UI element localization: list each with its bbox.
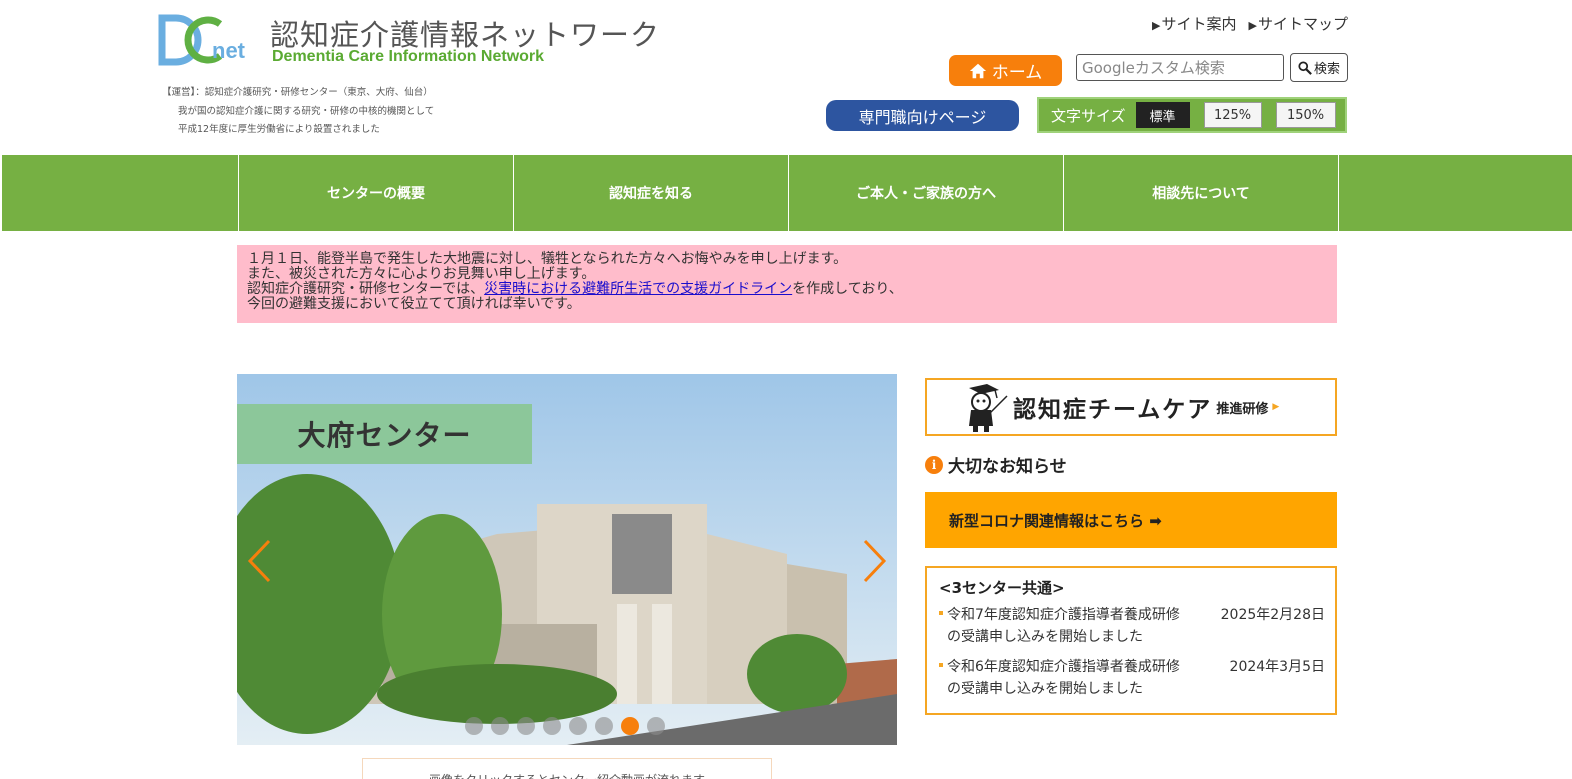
home-label: ホーム	[991, 63, 1043, 83]
font-size-150-button[interactable]: 150%	[1275, 102, 1336, 128]
info-icon: i	[925, 455, 943, 474]
professional-page-button[interactable]: 専門職向けページ	[826, 100, 1019, 131]
slider-dot[interactable]	[595, 717, 613, 735]
home-button[interactable]: ホーム	[949, 55, 1062, 86]
about-line: 我が国の認知症介護に関する研究・研修の中核的機関として	[178, 105, 435, 117]
nav-item-center-overview[interactable]: センターの概要	[239, 155, 514, 231]
slider-dot[interactable]	[543, 717, 561, 735]
slider-dot[interactable]	[465, 717, 483, 735]
nav-item-patients-families[interactable]: ご本人・ご家族の方へ	[789, 155, 1064, 231]
about-line: 【運営】：認知症介護研究・研修センター（東京、大府、仙台）	[162, 87, 433, 98]
important-notices-heading: i 大切なお知らせ	[925, 452, 1067, 477]
news-item[interactable]: 令和7年度認知症介護指導者養成研修の受講申し込みを開始しました 2025年2月2…	[939, 604, 1325, 648]
corona-info-button[interactable]: 新型コロナ関連情報はこちら ➡	[925, 492, 1337, 548]
teamcare-suffix: 推進研修	[1216, 401, 1269, 417]
svg-text:net: net	[212, 38, 246, 63]
center-slider[interactable]: 大府センター	[237, 374, 897, 745]
nav-item-consultation[interactable]: 相談先について	[1064, 155, 1339, 231]
font-size-panel: 文字サイズ 標準 125% 150%	[1037, 97, 1347, 133]
site-map-link[interactable]: ▶サイトマップ	[1249, 13, 1348, 34]
bullet-square-icon	[939, 611, 943, 615]
news-title: 令和7年度認知症介護指導者養成研修の受講申し込みを開始しました	[947, 607, 1180, 645]
magnifier-icon	[1298, 60, 1312, 75]
news-date: 2024年3月5日	[1229, 659, 1325, 675]
news-item[interactable]: 令和6年度認知症介護指導者養成研修の受講申し込みを開始しました 2024年3月5…	[939, 656, 1325, 700]
slider-dot[interactable]	[491, 717, 509, 735]
site-header: net 認知症介護情報ネットワーク Dementia Care Informat…	[0, 0, 1572, 155]
house-icon	[969, 63, 986, 78]
triangle-right-icon: ▶	[1248, 19, 1257, 32]
slider-dot[interactable]	[569, 717, 587, 735]
font-size-label: 文字サイズ	[1051, 106, 1126, 125]
slider-dot[interactable]	[647, 717, 665, 735]
disaster-notice: １月１日、能登半島で発生した大地震に対し、犠牲となられた方々へお悔やみを申し上げ…	[237, 245, 1337, 323]
news-date: 2025年2月28日	[1220, 607, 1325, 623]
chevron-right-icon[interactable]	[863, 539, 887, 583]
triangle-right-icon: ▶	[1272, 402, 1280, 412]
top-links: ▶サイト案内 ▶サイトマップ	[1152, 13, 1348, 34]
nav-item-about-dementia[interactable]: 認知症を知る	[514, 155, 789, 231]
news-box: <3センター共通> 令和7年度認知症介護指導者養成研修の受講申し込みを開始しまし…	[925, 566, 1337, 715]
about-line: 平成12年度に厚生労働省により設置されました	[178, 124, 380, 135]
bullet-square-icon	[939, 663, 943, 667]
slider-dots	[465, 717, 665, 735]
important-heading-text: 大切なお知らせ	[948, 457, 1067, 477]
news-heading: <3センター共通>	[939, 579, 1065, 597]
site-guide-link[interactable]: ▶サイト案内	[1152, 13, 1236, 34]
notice-line: 今回の避難支援において役立てて頂ければ幸いです。	[247, 296, 581, 312]
font-size-125-button[interactable]: 125%	[1203, 102, 1262, 128]
triangle-right-icon: ▶	[1152, 19, 1161, 32]
dcnet-logo[interactable]: net	[158, 14, 254, 66]
notice-line: 認知症介護研究・研修センターでは、災害時における避難所生活での支援ガイドラインを…	[247, 281, 903, 297]
chevron-left-icon[interactable]	[247, 539, 271, 583]
teamcare-training-banner[interactable]: 認知症チームケア 推進研修 ▶	[925, 378, 1337, 436]
slider-dot[interactable]	[621, 717, 639, 735]
about-text: 【運営】：認知症介護研究・研修センター（東京、大府、仙台） 我が国の認知症介護に…	[162, 84, 434, 140]
search-button[interactable]: 検索	[1290, 53, 1348, 82]
slider-dot[interactable]	[517, 717, 535, 735]
search-input[interactable]	[1076, 54, 1284, 81]
news-title: 令和6年度認知症介護指導者養成研修の受講申し込みを開始しました	[947, 659, 1180, 697]
teamcare-title: 認知症チームケア	[1013, 397, 1213, 423]
notice-line: １月１日、能登半島で発生した大地震に対し、犠牲となられた方々へお悔やみを申し上げ…	[247, 251, 848, 267]
font-size-standard-button[interactable]: 標準	[1135, 102, 1190, 128]
video-caption: 画像をクリックするとセンター紹介動画が流れます	[362, 758, 772, 779]
evacuation-guideline-link[interactable]: 災害時における避難所生活での支援ガイドライン	[484, 281, 792, 297]
slide-label: 大府センター	[237, 404, 532, 464]
professor-icon	[969, 384, 1008, 432]
site-subtitle: Dementia Care Information Network	[272, 48, 545, 65]
main-nav: センターの概要 認知症を知る ご本人・ご家族の方へ 相談先について	[2, 155, 1572, 231]
notice-line: また、被災された方々に心よりお見舞い申し上げます。	[247, 266, 596, 282]
